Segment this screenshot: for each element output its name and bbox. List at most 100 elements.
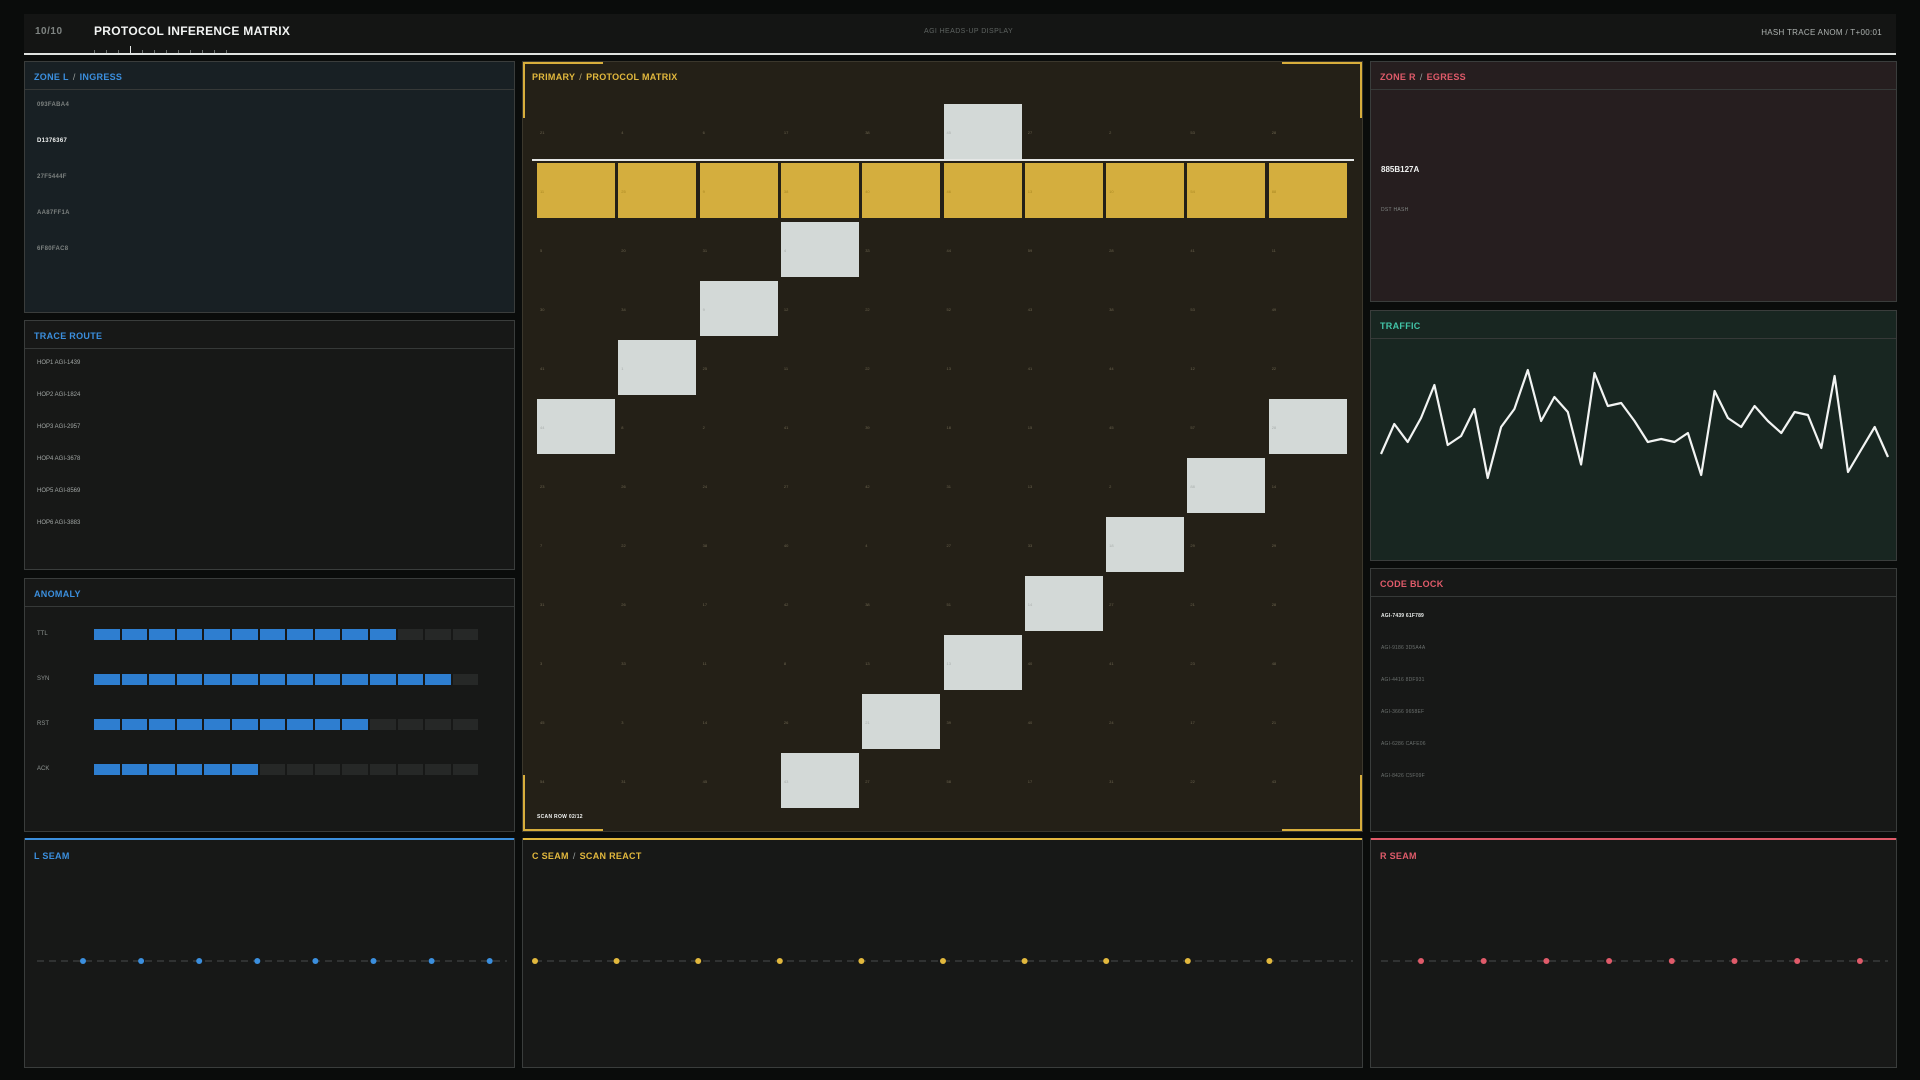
anomaly-segment (204, 674, 230, 685)
matrix-cell: 17 (1025, 753, 1103, 808)
matrix-cell-number: 39 (865, 425, 870, 430)
matrix-cell-number: 12 (783, 307, 789, 312)
matrix-cell-number: 45 (946, 130, 951, 135)
seam-dot (1021, 958, 1028, 964)
anomaly-bar (94, 764, 479, 775)
matrix-cell-number: 13 (1027, 189, 1033, 194)
anomaly-segment (121, 764, 148, 775)
matrix-cell: 17 (1187, 694, 1265, 749)
matrix-cell: 43 (1025, 281, 1103, 336)
anomaly-segment (452, 719, 479, 730)
matrix-cell: 11 (1269, 222, 1347, 277)
anomaly-bar (94, 719, 479, 730)
matrix-cell-number: 17 (783, 130, 789, 135)
matrix-cell-number: 33 (1027, 543, 1033, 548)
matrix-cell-number: 52 (946, 307, 951, 312)
matrix-cell: 29 (1269, 517, 1347, 572)
scan-row-label: SCAN ROW 02/12 (537, 814, 583, 820)
trace-route-panel: TRACE ROUTE HOP1 AGI-1439 HOP2 AGI-1824 HO… (24, 320, 515, 570)
matrix-cell: 44 (944, 222, 1022, 277)
matrix-cell-number: 11 (702, 661, 707, 666)
matrix-cell: 43 (780, 753, 859, 808)
matrix-cell: 51 (944, 576, 1022, 631)
matrix-cell: 15 (1025, 399, 1103, 454)
matrix-cell-number: 43 (1271, 779, 1277, 784)
matrix-cell-number: 23 (540, 484, 545, 489)
matrix-cell-number: 13 (865, 661, 870, 666)
matrix-title: PRIMARY / PROTOCOL MATRIX (532, 72, 678, 82)
code-line: AGI-3666 9658EF (1381, 709, 1425, 715)
matrix-cell-number: 3 (540, 661, 543, 666)
matrix-cell-number: 11 (540, 189, 545, 194)
dst-hash-value: 885B127A (1381, 165, 1420, 174)
matrix-cell: 58 (944, 753, 1022, 808)
matrix-cell: 2 (700, 399, 778, 454)
scan-line (532, 159, 1354, 161)
matrix-cell-number: 29 (1190, 543, 1195, 548)
matrix-cell-number: 41 (1190, 248, 1195, 253)
matrix-cell-number: 5 (540, 248, 543, 253)
anomaly-segment (369, 629, 396, 640)
matrix-cell-number: 17 (1027, 779, 1033, 784)
c-seam-panel: C SEAM / SCAN REACT (522, 838, 1363, 1068)
l-seam-track (37, 958, 507, 964)
seam-dot (1103, 958, 1110, 964)
anomaly-segment (176, 629, 203, 640)
matrix-cell: 38 (700, 517, 778, 572)
matrix-cell-number: 45 (1109, 425, 1114, 430)
matrix-cell: 2 (1106, 458, 1184, 513)
anomaly-bar (94, 674, 479, 685)
seam-dot (370, 958, 377, 964)
matrix-cell-number: 1 (621, 366, 624, 371)
matrix-cell-number: 45 (702, 779, 708, 784)
hud-root: 10/10 PROTOCOL INFERENCE MATRIX AGI HEAD… (0, 0, 1920, 1080)
matrix-cell-number: 22 (1271, 366, 1277, 371)
anomaly-segment (342, 764, 368, 775)
matrix-cell-number: 21 (1271, 720, 1277, 725)
matrix-cell-number: 88 (1190, 484, 1195, 489)
anomaly-segment (397, 629, 424, 640)
matrix-cell: 27 (781, 458, 859, 513)
anomaly-label: ACK (37, 766, 50, 772)
matrix-cell-number: 51 (946, 602, 951, 607)
hop-item: HOP2 AGI-1824 (37, 392, 81, 398)
protocol-matrix-panel: PRIMARY / PROTOCOL MATRIX 21 4 6 17 38 45 27 2 53 2… (522, 61, 1363, 832)
matrix-cell-number: 12 (1190, 366, 1195, 371)
matrix-cell-number: 42 (865, 484, 870, 489)
seam-dot (1606, 958, 1613, 964)
matrix-cell: 22 (862, 281, 940, 336)
matrix-cell-number: 11 (783, 366, 789, 371)
matrix-cell-number: 10 (1109, 189, 1114, 194)
seam-dot (1668, 958, 1675, 964)
anomaly-segment (342, 719, 368, 730)
seam-dot (428, 958, 435, 964)
seam-dot (196, 958, 203, 964)
matrix-cell-number: 88 (1271, 189, 1277, 194)
anomaly-segment (149, 719, 175, 730)
l-seam-panel: L SEAM (24, 838, 515, 1068)
anomaly-title: ANOMALY (34, 589, 81, 599)
matrix-cell-number: 54 (540, 779, 545, 784)
matrix-cell-number: 27 (1109, 602, 1114, 607)
matrix-cell-number: 14 (1027, 602, 1033, 607)
matrix-cell: 40 (1025, 694, 1103, 749)
anomaly-label: SYN (37, 676, 50, 682)
matrix-cell-number: 28 (1109, 248, 1114, 253)
matrix-cell-number: 41 (1109, 661, 1114, 666)
matrix-cell: 33 (1025, 517, 1103, 572)
matrix-cell-number: 29 (1271, 543, 1277, 548)
anomaly-segment (397, 719, 424, 730)
anomaly-segment (425, 719, 451, 730)
ingress-item: AA87FF1A (37, 210, 70, 216)
matrix-cell-number: 4 (783, 248, 787, 253)
matrix-cell-number: 13 (946, 661, 951, 666)
matrix-cell: 27 (862, 753, 940, 808)
anomaly-segment (94, 629, 120, 640)
ingress-item: 27F5444F (37, 174, 67, 180)
matrix-cell-number: 25 (702, 366, 708, 371)
matrix-cell: 31 (700, 222, 778, 277)
matrix-cell: 22 (618, 517, 696, 572)
matrix-cell-number: 33 (865, 248, 870, 253)
matrix-cell: 5 (537, 222, 615, 277)
matrix-cell-number: 27 (1027, 130, 1033, 135)
